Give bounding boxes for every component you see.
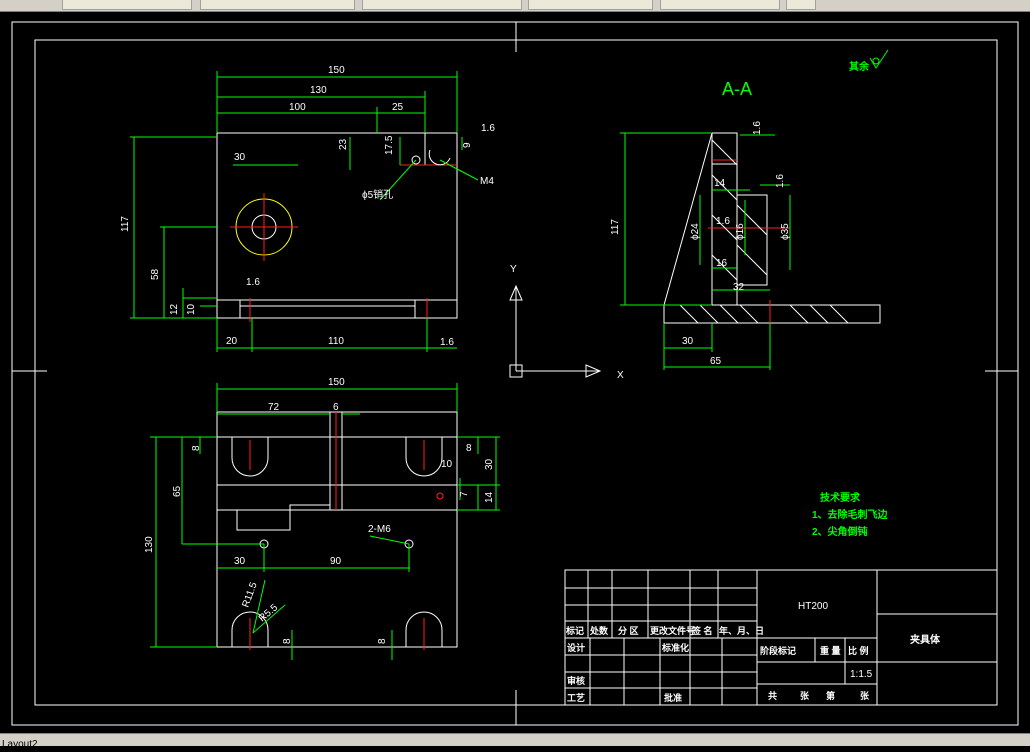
drawing-canvas[interactable]: 150 130 100 25 1.6 23 17.5 9 M4 30 ϕ5销孔 … [0, 12, 1030, 733]
svg-text:8: 8 [377, 638, 388, 644]
toolbar-field-3[interactable] [362, 0, 522, 10]
svg-text:12: 12 [169, 303, 180, 315]
toolbar-field-6[interactable] [786, 0, 816, 10]
svg-text:Y: Y [510, 264, 517, 275]
svg-text:张: 张 [800, 690, 810, 701]
technical-requirements: 技术要求 1、去除毛刺飞边 2、尖角倒钝 [812, 491, 889, 538]
svg-text:2-M6: 2-M6 [368, 524, 391, 535]
svg-text:ϕ24: ϕ24 [690, 223, 701, 240]
toolbar-field-2[interactable] [200, 0, 355, 10]
svg-text:工艺: 工艺 [567, 692, 585, 703]
drawing-border [34, 39, 998, 706]
svg-text:ϕ35: ϕ35 [780, 223, 791, 240]
svg-text:M4: M4 [480, 176, 494, 187]
svg-text:1.6: 1.6 [716, 216, 730, 227]
svg-text:重 量: 重 量 [820, 645, 841, 656]
section-dimensions [620, 132, 791, 370]
svg-text:比 例: 比 例 [848, 645, 869, 656]
svg-text:30: 30 [682, 336, 694, 347]
svg-text:1.6: 1.6 [440, 337, 454, 348]
svg-text:8: 8 [466, 443, 472, 454]
center-marks [12, 22, 1018, 725]
svg-text:设计: 设计 [567, 642, 585, 653]
toolbar-field-4[interactable] [528, 0, 653, 10]
svg-text:标记: 标记 [565, 625, 584, 636]
svg-text:技术要求: 技术要求 [820, 491, 861, 504]
svg-text:R5.5: R5.5 [257, 602, 281, 624]
paper-outline [11, 21, 1019, 726]
svg-text:130: 130 [144, 536, 155, 553]
svg-text:117: 117 [120, 216, 131, 232]
svg-text:58: 58 [150, 268, 161, 280]
svg-text:30: 30 [234, 152, 246, 163]
svg-text:标准化: 标准化 [661, 642, 689, 653]
svg-text:处数: 处数 [589, 625, 609, 636]
svg-text:8: 8 [191, 445, 202, 451]
svg-text:1.6: 1.6 [481, 123, 495, 134]
front-view-dimensions [130, 71, 479, 352]
svg-text:25: 25 [392, 102, 404, 113]
svg-text:30: 30 [234, 556, 246, 567]
svg-text:6: 6 [333, 402, 339, 413]
toolbar-field-5[interactable] [660, 0, 780, 10]
svg-text:ϕ16: ϕ16 [735, 223, 746, 240]
svg-text:100: 100 [289, 102, 306, 113]
layout-tab-bar: Layout2 [0, 733, 1030, 750]
svg-text:150: 150 [328, 377, 345, 388]
toolbar-field-1[interactable] [62, 0, 192, 10]
svg-text:110: 110 [328, 336, 344, 347]
ucs-axis-icon: X Y [509, 264, 624, 381]
svg-text:年、月、日: 年、月、日 [719, 625, 764, 636]
svg-text:16: 16 [716, 258, 728, 269]
top-view [216, 411, 458, 650]
svg-text:1.6: 1.6 [752, 121, 763, 135]
svg-text:分 区: 分 区 [618, 625, 639, 636]
svg-text:117: 117 [610, 219, 621, 235]
svg-text:1.6: 1.6 [246, 277, 260, 288]
svg-text:150: 150 [328, 65, 345, 76]
svg-text:1、去除毛刺飞边: 1、去除毛刺飞边 [812, 508, 889, 521]
svg-text:更改文件号: 更改文件号 [650, 625, 695, 636]
toolbar-strip [0, 0, 1030, 12]
svg-text:HT200: HT200 [798, 601, 828, 612]
roughness-note: 其余 [849, 49, 889, 73]
svg-text:X: X [617, 370, 624, 381]
svg-text:共: 共 [768, 690, 777, 701]
svg-text:审核: 审核 [567, 675, 585, 686]
svg-text:9: 9 [462, 142, 473, 148]
svg-text:1:1.5: 1:1.5 [850, 669, 873, 680]
svg-text:第: 第 [826, 690, 835, 701]
svg-text:90: 90 [330, 556, 342, 567]
svg-text:32: 32 [733, 282, 745, 293]
svg-text:10: 10 [441, 459, 453, 470]
svg-text:30: 30 [484, 458, 495, 470]
svg-text:ϕ5销孔: ϕ5销孔 [362, 188, 393, 201]
svg-text:10: 10 [186, 303, 197, 315]
svg-text:65: 65 [710, 356, 722, 367]
svg-text:其余: 其余 [849, 60, 870, 73]
svg-text:2、尖角倒钝: 2、尖角倒钝 [812, 525, 868, 538]
svg-text:14: 14 [484, 491, 495, 503]
svg-text:R11.5: R11.5 [240, 580, 259, 609]
svg-text:130: 130 [310, 85, 327, 96]
svg-text:14: 14 [714, 178, 726, 189]
section-label: A-A [722, 79, 752, 99]
svg-text:65: 65 [172, 485, 183, 497]
svg-text:签 名: 签 名 [691, 625, 713, 636]
svg-text:8: 8 [282, 638, 293, 644]
svg-text:1.6: 1.6 [775, 174, 786, 188]
svg-text:阶段标记: 阶段标记 [760, 645, 796, 656]
svg-text:张: 张 [860, 690, 870, 701]
svg-text:20: 20 [226, 336, 238, 347]
svg-text:夹具体: 夹具体 [910, 633, 941, 646]
svg-text:23: 23 [338, 138, 349, 150]
svg-text:批准: 批准 [664, 692, 682, 703]
front-view [216, 132, 458, 322]
svg-text:17.5: 17.5 [384, 135, 395, 155]
svg-text:7: 7 [459, 491, 470, 497]
svg-text:72: 72 [268, 402, 280, 413]
top-view-dimensions [150, 383, 500, 660]
